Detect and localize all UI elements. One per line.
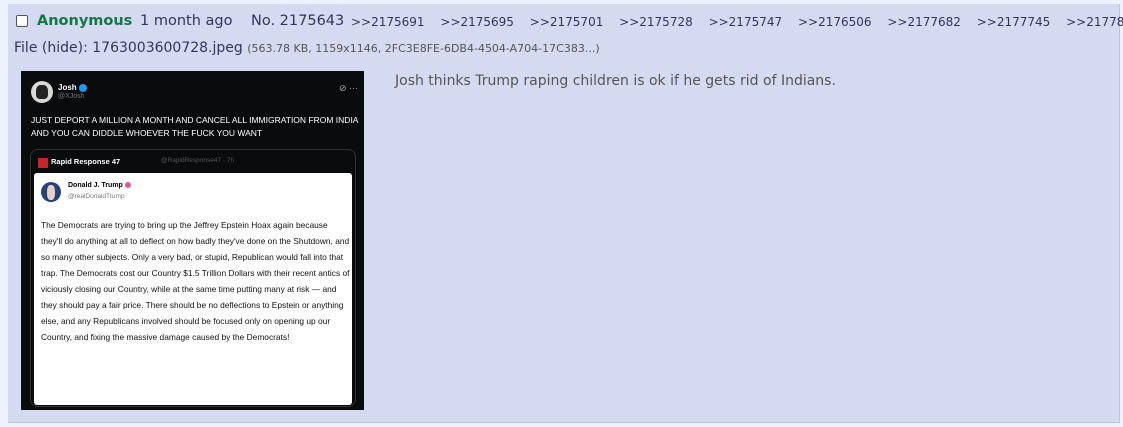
post-date: 1 month ago [140,13,233,29]
verified-badge-icon [124,182,131,189]
reply-link[interactable]: >>2177682 [887,15,961,29]
hide-link[interactable]: hide [47,40,77,56]
quote-handle: @RapidResponse47 · 7h [161,157,235,164]
post-container: Anonymous 1 month ago No. 2175643 >>2175… [8,4,1123,423]
post-comment: Josh thinks Trump raping children is ok … [395,73,836,89]
file-label: File ( [14,40,48,56]
truth-post-card: Donald J. Trump @realDonaldTrump The Dem… [34,173,352,405]
post-number-link[interactable]: No. 2175643 [251,13,344,29]
tweet-text: JUST DEPORT A MILLION A MONTH AND CANCEL… [31,115,359,138]
image-thumbnail[interactable]: Josh @XJosh ⊘ ··· JUST DEPORT A MILLION … [21,71,364,410]
file-label-sep: ): [77,40,93,56]
poster-name: Anonymous [37,13,133,29]
file-meta: (563.78 KB, 1159x1146, 2FC3E8FE-6DB4-450… [247,42,600,55]
reply-link[interactable]: >>2177814 [1066,15,1123,29]
card-handle: @realDonaldTrump [68,193,125,200]
tweet-more-icon: ⊘ ··· [338,83,358,93]
verified-badge-icon [78,83,87,92]
tweet-avatar [31,81,53,103]
rapid-response-logo-icon [38,158,48,168]
reply-link[interactable]: >>2175701 [530,15,604,29]
quoted-post: Rapid Response 47 @RapidResponse47 · 7h … [30,149,356,407]
file-info: File (hide): 1763003600728.jpeg (563.78 … [14,40,600,56]
reply-link[interactable]: >>2175728 [619,15,693,29]
tweet-handle: @XJosh [58,93,85,100]
reply-link[interactable]: >>2175691 [351,15,425,29]
quote-author: Rapid Response 47 [51,157,121,166]
reply-link[interactable]: >>2177745 [977,15,1051,29]
tweet-author: Josh [58,83,87,92]
card-author: Donald J. Trump [68,182,131,189]
reply-link[interactable]: >>2176506 [798,15,872,29]
reply-link[interactable]: >>2175695 [440,15,514,29]
card-text: The Democrats are trying to bring up the… [41,220,350,342]
card-avatar [41,182,61,202]
reply-link[interactable]: >>2175747 [709,15,783,29]
reply-links: >>2175691 >>2175695 >>2175701 >>2175728 … [351,15,1123,29]
post-select-checkbox[interactable] [16,15,28,27]
file-name-link[interactable]: 1763003600728.jpeg [92,40,243,56]
